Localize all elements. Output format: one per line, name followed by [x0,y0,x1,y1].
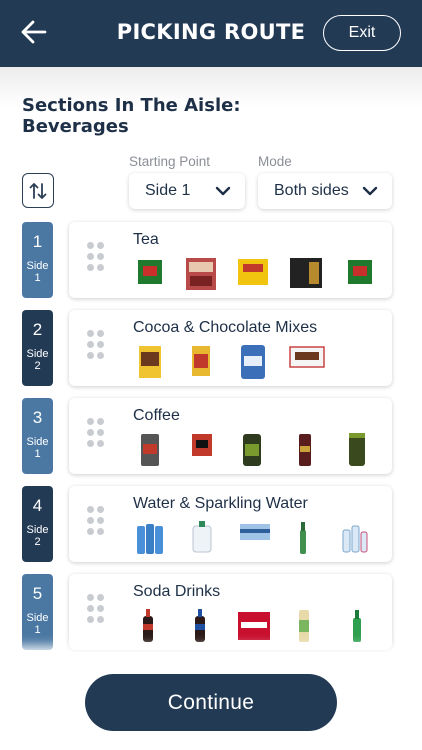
tea-box-green-image [138,260,162,284]
section-badge: 5 Side 1 [22,574,53,650]
lemon-lime-bottle-image [353,610,361,642]
section-name: Tea [133,231,159,248]
coffee-tin-image [299,434,311,466]
cocoa-tub-image [139,346,161,378]
tea-box-yellow-image [238,259,268,285]
tea-box-green-image [348,260,372,284]
section-badge: 4 Side 2 [22,486,53,562]
section-side: Side 2 [26,524,49,548]
exit-button[interactable]: Exit [323,15,401,51]
mode-value: Both sides [274,182,349,199]
chevron-down-icon [215,186,231,196]
water-bottles-image [342,525,368,553]
continue-button[interactable]: Continue [85,674,337,731]
section-card-water[interactable]: Water & Sparkling Water [69,486,392,562]
section-side: Side 1 [26,260,49,284]
starting-point-value: Side 1 [145,182,191,199]
product-thumbnails [133,344,379,380]
drag-handle-icon[interactable] [87,594,107,624]
aisle-title-line1: Sections In The Aisle: [22,95,241,116]
water-case-image [240,524,270,540]
swap-vertical-icon [29,182,47,199]
cocoa-packet-box-image [289,346,325,368]
starting-point-select[interactable]: Side 1 [129,173,245,209]
tea-box-black-image [290,258,322,288]
soda-can-image [299,610,309,642]
drag-handle-icon[interactable] [87,330,107,360]
drag-handle-icon[interactable] [87,506,107,536]
section-row: 4 Side 2 Water & Sparkling Water [0,486,422,562]
section-row: 2 Side 2 Cocoa & Chocolate Mixes [0,310,422,386]
section-number: 1 [32,232,43,251]
starting-point-label: Starting Point [129,154,211,169]
section-side: Side 2 [26,348,49,372]
water-jug-image [192,521,212,553]
section-name: Coffee [133,407,180,424]
section-number: 2 [32,320,43,339]
mode-select[interactable]: Both sides [258,173,392,209]
section-card-coffee[interactable]: Coffee [69,398,392,474]
product-thumbnails [133,608,379,644]
aisle-title: Sections In The Aisle: Beverages [22,95,241,137]
product-thumbnails [133,432,379,468]
water-bottle-pack-image [137,524,163,554]
mode-label: Mode [258,154,292,169]
coffee-bag-image [192,434,212,456]
drag-handle-icon[interactable] [87,242,107,272]
section-badge: 2 Side 2 [22,310,53,386]
sparkling-water-bottle-image [300,522,306,554]
coffee-jar-image [349,433,365,466]
cocoa-can-image [241,345,265,379]
chevron-down-icon [362,186,378,196]
section-badge: 1 Side 1 [22,222,53,298]
section-card-soda[interactable]: Soda Drinks [69,574,392,650]
cola-bottle-image [143,609,153,642]
tea-box-red-image [186,258,216,290]
product-thumbnails [133,520,379,556]
section-badge: 3 Side 1 [22,398,53,474]
aisle-title-line2: Beverages [22,116,129,137]
coffee-can-image [141,434,159,466]
drag-handle-icon[interactable] [87,418,107,448]
cola-bottle-image [195,609,205,642]
reverse-order-button[interactable] [22,173,54,208]
section-side: Side 1 [26,612,49,636]
cocoa-box-image [192,346,210,376]
section-name: Cocoa & Chocolate Mixes [133,319,318,336]
section-side: Side 1 [26,436,49,460]
section-number: 4 [32,496,43,515]
cola-pack-image [238,612,270,640]
section-name: Soda Drinks [133,583,221,600]
app-header: PICKING ROUTE Exit [0,0,422,67]
section-card-tea[interactable]: Tea [69,222,392,298]
section-name: Water & Sparkling Water [133,495,308,512]
section-row: 1 Side 1 Tea [0,222,422,298]
coffee-jar-image [243,434,261,466]
section-row: 5 Side 1 Soda Drinks [0,574,422,650]
section-number: 5 [32,584,43,603]
section-number: 3 [32,408,43,427]
section-row: 3 Side 1 Coffee [0,398,422,474]
section-card-cocoa[interactable]: Cocoa & Chocolate Mixes [69,310,392,386]
product-thumbnails [133,256,379,292]
